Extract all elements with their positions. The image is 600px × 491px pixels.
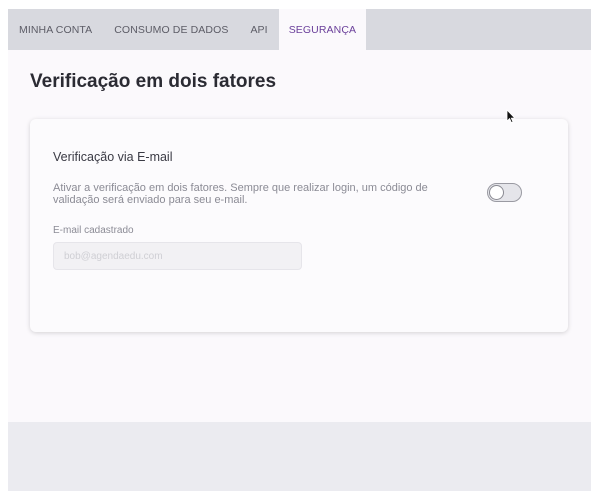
two-factor-toggle[interactable]: [487, 183, 522, 202]
email-field-label: E-mail cadastrado: [53, 225, 134, 236]
card-title: Verificação via E-mail: [53, 150, 173, 164]
tab-bar: MINHA CONTA CONSUMO DE DADOS API SEGURAN…: [8, 9, 591, 50]
footer-area: [8, 422, 591, 491]
tab-seguranca[interactable]: SEGURANÇA: [278, 9, 367, 50]
email-verification-card: Verificação via E-mail Ativar a verifica…: [30, 119, 568, 332]
tab-api[interactable]: API: [239, 9, 278, 50]
toggle-knob: [489, 185, 504, 200]
app-window: MINHA CONTA CONSUMO DE DADOS API SEGURAN…: [8, 9, 591, 491]
tab-consumo-de-dados[interactable]: CONSUMO DE DADOS: [103, 9, 239, 50]
tab-minha-conta[interactable]: MINHA CONTA: [8, 9, 103, 50]
email-field[interactable]: [53, 242, 302, 270]
mouse-pointer-icon: [506, 109, 516, 124]
two-factor-description: Ativar a verificação em dois fatores. Se…: [53, 182, 428, 206]
page-title: Verificação em dois fatores: [30, 71, 277, 92]
